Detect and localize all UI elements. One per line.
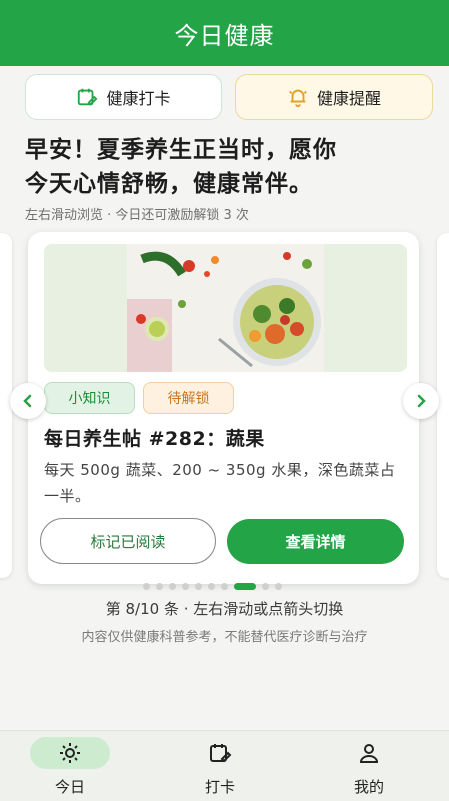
carousel-dots[interactable] <box>143 583 288 590</box>
tab-mine[interactable]: 我的 <box>309 731 429 801</box>
health-checkin-button[interactable]: 健康打卡 <box>25 74 222 120</box>
calendar-edit-icon <box>210 744 232 763</box>
carousel-dot[interactable] <box>169 583 176 590</box>
disclaimer-text: 内容仅供健康科普参考，不能替代医疗诊断与治疗 <box>81 630 368 645</box>
sun-icon <box>60 743 80 763</box>
tab-checkin-label: 打卡 <box>204 778 235 796</box>
health-reminder-label: 健康提醒 <box>316 89 381 108</box>
salad-illustration <box>127 251 321 372</box>
carousel-dot[interactable] <box>195 583 202 590</box>
tab-mine-label: 我的 <box>353 778 384 796</box>
carousel-dot[interactable] <box>208 583 215 590</box>
app-header: 今日健康 <box>0 0 449 66</box>
bell-icon <box>289 89 307 108</box>
tab-today-label: 今日 <box>54 778 85 796</box>
bottom-tab-bar: 今日 打卡 我的 <box>0 730 449 801</box>
calendar-edit-icon <box>78 88 98 106</box>
tab-checkin[interactable]: 打卡 <box>160 731 280 801</box>
prev-arrow-button[interactable] <box>10 383 46 419</box>
carousel-dot[interactable] <box>275 583 282 590</box>
carousel-dot[interactable] <box>221 583 228 590</box>
health-reminder-button[interactable]: 健康提醒 <box>235 74 433 120</box>
swipe-hint: 左右滑动浏览 · 今日还可激励解锁 3 次 <box>25 208 249 223</box>
vegetable-salad-photo <box>127 244 324 372</box>
card-image <box>44 244 407 372</box>
card-title: 每日养生帖 #282：蔬果 <box>44 428 265 450</box>
greeting-line-1: 早安！夏季养生正当时，愿你 <box>25 137 337 163</box>
carousel-dot-active[interactable] <box>234 583 256 590</box>
carousel-dot[interactable] <box>143 583 150 590</box>
view-detail-button[interactable]: 查看详情 <box>227 519 404 564</box>
mark-read-button[interactable]: 标记已阅读 <box>40 518 216 564</box>
carousel-dot[interactable] <box>156 583 163 590</box>
card-body: 每天 500g 蔬菜、200 ~ 350g 水果，深色蔬菜占一半。 <box>44 461 396 505</box>
carousel-dot[interactable] <box>262 583 269 590</box>
pager-text: 第 8/10 条 · 左右滑动或点箭头切换 <box>105 600 344 618</box>
tip-card: 小知识 待解锁 每日养生帖 #282：蔬果 每天 500g 蔬菜、200 ~ 3… <box>28 232 419 584</box>
page-title: 今日健康 <box>174 21 275 50</box>
tab-today[interactable]: 今日 <box>10 731 130 801</box>
greeting-line-2: 今天心情舒畅，健康常伴。 <box>25 171 313 197</box>
carousel-dot[interactable] <box>182 583 189 590</box>
locked-tag: 待解锁 <box>143 382 234 414</box>
person-icon <box>359 744 379 763</box>
next-arrow-button[interactable] <box>403 383 439 419</box>
health-checkin-label: 健康打卡 <box>106 89 171 108</box>
next-card-peek[interactable] <box>437 233 449 578</box>
greeting-text: 早安！夏季养生正当时，愿你 今天心情舒畅，健康常伴。 <box>25 133 435 201</box>
chevron-right-icon <box>417 394 426 408</box>
chevron-left-icon <box>23 394 32 408</box>
knowledge-tag: 小知识 <box>44 382 135 414</box>
